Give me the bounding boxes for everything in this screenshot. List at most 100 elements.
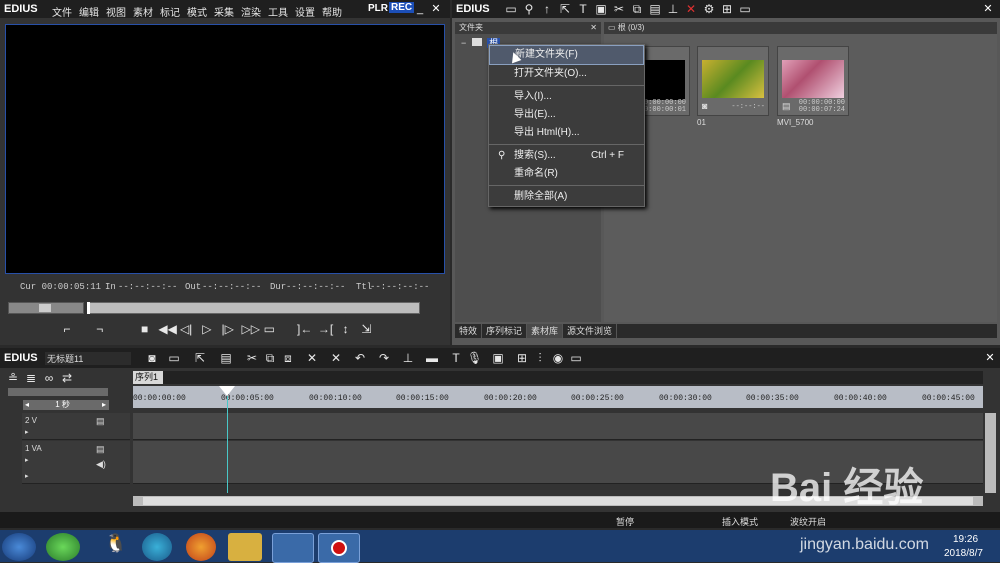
track-expand-icon[interactable]: ▸: [25, 456, 29, 464]
player-scrub-bar[interactable]: [8, 302, 84, 314]
copy-icon[interactable]: ⧉: [630, 2, 644, 16]
bin-close-icon[interactable]: ✕: [982, 3, 994, 15]
menu-item-open-folder[interactable]: 打开文件夹(O)...: [489, 65, 644, 83]
mark-out-icon[interactable]: ¬: [93, 322, 107, 336]
taskbar-app-firefox-icon[interactable]: [186, 533, 216, 561]
taskbar-app-explorer-icon[interactable]: [228, 533, 262, 561]
sequence-tab[interactable]: 序列1: [133, 371, 163, 384]
overwrite-icon[interactable]: →[: [318, 322, 333, 336]
link-icon[interactable]: ⧈: [281, 351, 295, 365]
search-icon[interactable]: ⚲: [522, 2, 536, 16]
split-icon[interactable]: ↕: [339, 322, 353, 336]
delete-icon[interactable]: ✕: [684, 2, 698, 16]
cut-icon[interactable]: ✂: [612, 2, 626, 16]
up-icon[interactable]: ↑: [540, 2, 554, 16]
clip-item[interactable]: ◙ --:--:--: [697, 46, 769, 116]
open-icon[interactable]: ⇱: [193, 351, 207, 365]
track-header-2v[interactable]: 2 V ▸ ▤: [22, 413, 130, 440]
track-sync-icon[interactable]: ⇄: [60, 371, 74, 385]
next-frame-icon[interactable]: |▷: [221, 322, 235, 336]
grid-icon[interactable]: ⊞: [515, 351, 529, 365]
track-lane-2v[interactable]: [133, 413, 983, 440]
add-icon[interactable]: ⊥: [666, 2, 680, 16]
track-link-icon[interactable]: ∞: [42, 371, 56, 385]
render-icon[interactable]: ▣: [491, 351, 505, 365]
prev-frame-icon[interactable]: ◁|: [179, 322, 193, 336]
folder-pane-close-icon[interactable]: ✕: [590, 22, 597, 34]
paste-icon[interactable]: ▤: [648, 2, 662, 16]
marker-icon[interactable]: ⊥: [401, 351, 415, 365]
collapse-icon[interactable]: −: [461, 38, 466, 48]
title-icon[interactable]: T: [449, 351, 463, 365]
insert-icon[interactable]: ]←: [297, 322, 312, 336]
tab-bin[interactable]: 素材库: [527, 324, 564, 338]
snap-icon[interactable]: ▬: [425, 351, 439, 365]
layout-icon[interactable]: ▭: [569, 351, 583, 365]
timeline-close-icon[interactable]: ✕: [984, 352, 996, 364]
menu-item-export-html[interactable]: 导出 Html(H)...: [489, 124, 644, 142]
ripple-delete-icon[interactable]: ✕: [305, 351, 319, 365]
plr-button[interactable]: PLR: [368, 3, 388, 14]
track-expand-icon[interactable]: ▸: [25, 428, 29, 436]
chevron-left-icon[interactable]: ◂: [25, 400, 29, 409]
camera-icon[interactable]: ◙: [145, 351, 159, 365]
vertical-scrollbar[interactable]: [985, 413, 996, 493]
taskbar-app-edius-icon[interactable]: [272, 533, 314, 563]
clip-item[interactable]: ▤ 00:00:00:00 00:00:07:24: [777, 46, 849, 116]
close-icon[interactable]: ✕: [430, 3, 442, 15]
microphone-icon[interactable]: 🎙: [467, 351, 482, 365]
speaker-icon[interactable]: ◀): [96, 459, 106, 470]
redo-icon[interactable]: ↷: [377, 351, 391, 365]
taskbar-app-qq-icon[interactable]: 🐧: [96, 533, 136, 561]
undo-icon[interactable]: ↶: [353, 351, 367, 365]
copy-icon[interactable]: ⧉: [263, 351, 277, 365]
delete-icon[interactable]: ✕: [329, 351, 343, 365]
playhead-triangle-icon[interactable]: [219, 386, 235, 396]
menu-item-rename[interactable]: 重命名(R): [489, 165, 644, 183]
properties-icon[interactable]: ⚙: [702, 2, 716, 16]
scrub-handle[interactable]: [39, 304, 51, 312]
player-position-bar[interactable]: [87, 302, 420, 314]
rewind-icon[interactable]: ◀◀: [158, 322, 176, 336]
taskbar-app-recorder-icon[interactable]: [318, 533, 360, 563]
menu-item-search[interactable]: ⚲ 搜索(S)... Ctrl + F: [489, 147, 644, 165]
mark-in-icon[interactable]: ⌐: [60, 322, 74, 336]
taskbar-app-360-icon[interactable]: [46, 533, 80, 561]
video-track-icon[interactable]: ▤: [96, 416, 105, 427]
track-tool-icon[interactable]: ≗: [6, 371, 20, 385]
save-icon[interactable]: ▤: [219, 351, 233, 365]
menu-item-import[interactable]: 导入(I)...: [489, 88, 644, 106]
menu-item-export[interactable]: 导出(E)...: [489, 106, 644, 124]
import-icon[interactable]: ⇱: [558, 2, 572, 16]
track-tool-icon[interactable]: ≣: [24, 371, 38, 385]
tab-sequence-markers[interactable]: 序列标记: [482, 324, 528, 338]
view-icon[interactable]: ⊞: [720, 2, 734, 16]
tab-source-browser[interactable]: 源文件浏览: [563, 324, 618, 338]
stop-icon[interactable]: ■: [138, 322, 152, 336]
fast-forward-icon[interactable]: ▷▷: [241, 322, 259, 336]
cut-icon[interactable]: ✂: [245, 351, 259, 365]
record-icon[interactable]: ◉: [551, 351, 565, 365]
playhead-marker[interactable]: [87, 302, 90, 314]
ruler[interactable]: 00:00:00:00 00:00:05:00 00:00:10:00 00:0…: [133, 386, 983, 408]
rec-button[interactable]: REC: [389, 2, 415, 13]
scale-selector[interactable]: ◂ 1 秒 ▸: [23, 400, 109, 410]
chevron-right-icon[interactable]: ▸: [102, 400, 106, 410]
mixer-icon[interactable]: ⫶: [533, 351, 547, 365]
start-button[interactable]: [2, 533, 36, 561]
new-icon[interactable]: ▭: [167, 351, 181, 365]
output-icon[interactable]: ⇲: [359, 322, 373, 336]
bin-menu-icon[interactable]: ▭: [738, 2, 752, 16]
video-track-icon[interactable]: ▤: [96, 444, 105, 455]
folder-icon[interactable]: ▭: [504, 2, 518, 16]
title-icon[interactable]: T: [576, 2, 590, 16]
monitor-icon[interactable]: ▣: [594, 2, 608, 16]
taskbar-app-player-icon[interactable]: [142, 533, 172, 561]
minimize-icon[interactable]: _: [414, 3, 426, 15]
track-header-1va[interactable]: 1 VA ▸ ▸ ▤ ◀): [22, 441, 130, 484]
play-icon[interactable]: ▷: [200, 322, 214, 336]
scale-control[interactable]: [8, 388, 108, 396]
loop-icon[interactable]: ▭: [262, 322, 276, 336]
tab-effects[interactable]: 特效: [455, 324, 483, 338]
track-expand-icon[interactable]: ▸: [25, 472, 29, 480]
